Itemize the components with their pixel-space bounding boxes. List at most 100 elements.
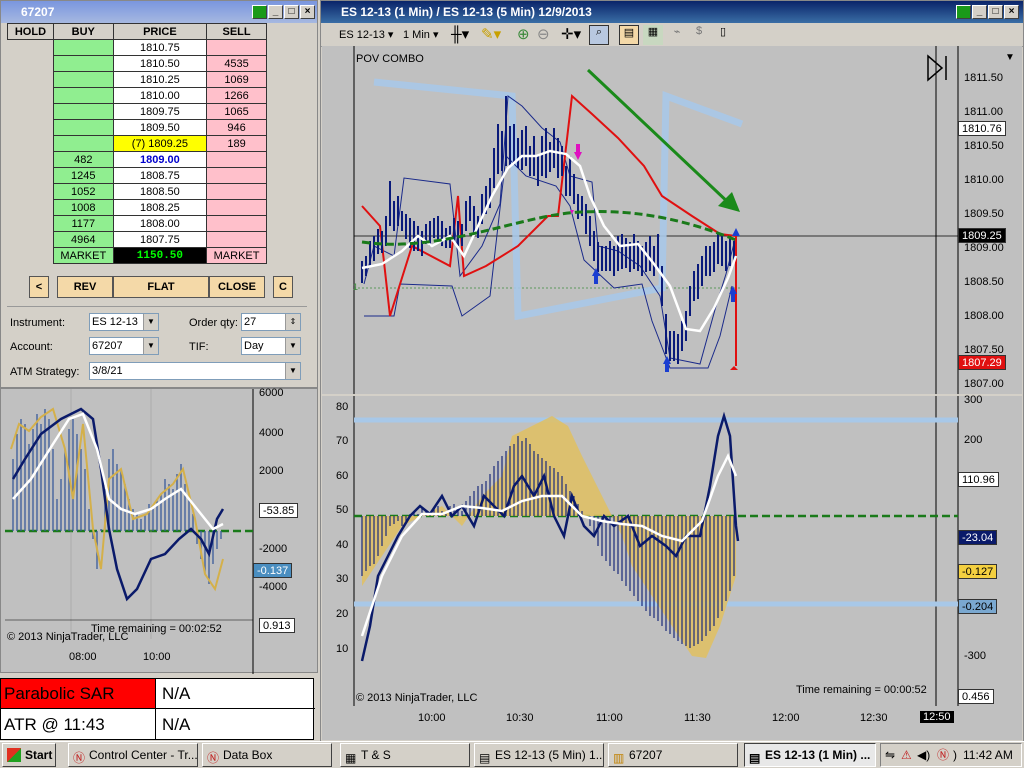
price-canvas — [353, 46, 959, 394]
osc-label: -300 — [964, 650, 987, 662]
oscillator-panel[interactable]: 80 70 60 50 40 30 20 10 300 200 -300 110… — [322, 394, 1022, 706]
buy-cell[interactable]: 482 — [52, 151, 114, 168]
buy-cell[interactable]: 1052 — [52, 183, 114, 200]
buy-cell[interactable] — [52, 135, 114, 152]
pencil-icon[interactable]: ✎▾ — [481, 25, 501, 43]
sell-cell[interactable]: 1069 — [206, 71, 267, 88]
chart-titlebar[interactable]: ES 12-13 (1 Min) / ES 12-13 (5 Min) 12/9… — [321, 1, 1023, 23]
buy-cell[interactable]: 4964 — [52, 231, 114, 248]
price-panel[interactable]: POV COMBO 1 ▼ 1811.50 1811.00 1810.50 18… — [322, 46, 1022, 394]
buy-cell[interactable] — [52, 55, 114, 72]
chevron-down-icon[interactable]: ▼ — [1000, 52, 1020, 70]
indicator-icon[interactable]: ▦ — [643, 25, 663, 45]
bar-type-icon[interactable]: ╫▾ — [451, 25, 469, 43]
price-cell: 1809.50 — [112, 119, 208, 136]
network-icon[interactable]: ⇋ — [885, 744, 895, 766]
taskbar-item[interactable]: ▤ ES 12-13 (5 Min) 1... — [474, 743, 604, 767]
chevron-down-icon: ▼ — [143, 338, 158, 354]
close-button[interactable]: CLOSE — [209, 276, 265, 298]
data-box-icon[interactable]: ▯ — [713, 25, 733, 45]
taskbar-item[interactable]: ▦ T & S — [340, 743, 470, 767]
instrument-select[interactable]: ES 12-13 ▼ — [89, 313, 159, 331]
sell-cell[interactable]: 189 — [206, 135, 267, 152]
maximize-icon[interactable]: □ — [284, 5, 299, 19]
left-button[interactable]: < — [29, 276, 49, 298]
dom-row: (7) 1809.25 189 — [7, 135, 267, 152]
osc-label: 50 — [336, 504, 349, 516]
buy-cell[interactable] — [52, 119, 114, 136]
atm-select[interactable]: 3/8/21 ▼ — [89, 362, 301, 380]
sell-cell[interactable] — [206, 215, 267, 232]
sell-cell[interactable] — [206, 151, 267, 168]
osc-tag: -0.127 — [958, 564, 998, 579]
ninjatrader-icon[interactable]: Ⓝ — [937, 744, 949, 766]
sell-cell[interactable] — [206, 199, 267, 216]
sell-cell[interactable]: 946 — [206, 119, 267, 136]
rev-button[interactable]: REV — [57, 276, 113, 298]
zoom-in-icon[interactable]: ⊕ — [517, 25, 530, 43]
tif-select[interactable]: Day ▼ — [241, 337, 301, 355]
interval-select[interactable]: 1 Min ▾ — [403, 28, 438, 41]
sell-cell[interactable] — [206, 39, 267, 56]
flat-button[interactable]: FLAT — [113, 276, 209, 298]
price-header: PRICE — [112, 23, 208, 40]
crosshair-icon[interactable]: ✛▾ — [561, 25, 581, 43]
maximize-icon[interactable]: □ — [988, 5, 1003, 19]
y-label: 4000 — [259, 427, 284, 439]
market-sell-button[interactable]: MARKET — [206, 247, 267, 264]
sell-cell[interactable] — [206, 167, 267, 184]
close-icon[interactable]: × — [1004, 5, 1019, 19]
minimize-icon[interactable]: _ — [972, 5, 987, 19]
alert-icon[interactable]: ⚠ — [901, 744, 912, 766]
properties-icon[interactable]: $ — [689, 25, 709, 45]
price-cell: (7) 1809.25 — [112, 135, 208, 152]
c-button[interactable]: C — [273, 276, 293, 298]
taskbar-item[interactable]: ▤ ES 12-13 (1 Min) ... — [744, 743, 876, 767]
close-icon[interactable]: × — [300, 5, 315, 19]
value-tag: -53.85 — [259, 503, 299, 518]
account-select[interactable]: 67207 ▼ — [89, 337, 159, 355]
info-table: Parabolic SAR N/A ATR @ 11:43 N/A — [0, 678, 315, 740]
pin-icon[interactable] — [956, 5, 971, 19]
strategy-icon[interactable]: ⌁ — [667, 25, 687, 45]
minimize-icon[interactable]: _ — [268, 5, 283, 19]
sell-cell[interactable]: 1266 — [206, 87, 267, 104]
dom-window: 67207 _ □ × HOLD BUY PRICE SELL 1810.75 1… — [0, 0, 318, 388]
price-tag: 1807.29 — [958, 355, 1006, 370]
x-label: 11:00 — [596, 712, 623, 724]
taskbar-item[interactable]: Ⓝ Data Box — [202, 743, 332, 767]
sell-cell[interactable] — [206, 231, 267, 248]
buy-cell[interactable] — [52, 71, 114, 88]
zoom-out-icon[interactable]: ⊖ — [537, 25, 550, 43]
speaker-icon[interactable]: ) — [953, 744, 957, 766]
market-buy-button[interactable]: MARKET — [52, 247, 114, 264]
taskbar-item[interactable]: Ⓝ Control Center - Tr... — [68, 743, 198, 767]
chart-icon: ▤ — [749, 751, 761, 765]
price-cell: 1808.00 — [112, 215, 208, 232]
tif-label: TIF: — [189, 341, 209, 353]
start-button[interactable]: Start — [2, 743, 56, 767]
sell-cell[interactable]: 1065 — [206, 103, 267, 120]
buy-cell[interactable] — [52, 103, 114, 120]
price-label: 1807.00 — [964, 378, 1004, 390]
buy-cell[interactable]: 1245 — [52, 167, 114, 184]
orderqty-stepper[interactable]: 27 ⇕ — [241, 313, 301, 331]
buy-cell[interactable]: 1008 — [52, 199, 114, 216]
sell-cell[interactable] — [206, 183, 267, 200]
dom-toggle-icon[interactable]: ▤ — [619, 25, 639, 45]
volume-icon[interactable]: ◀) — [917, 744, 930, 766]
dom-row: 482 1809.00 — [7, 151, 267, 168]
buy-cell[interactable] — [52, 39, 114, 56]
buy-header: BUY — [52, 23, 114, 40]
magnify-icon[interactable]: ⌕ — [589, 25, 609, 45]
dom-titlebar[interactable]: 67207 _ □ × — [1, 1, 317, 23]
pin-icon[interactable] — [252, 5, 267, 19]
sell-cell[interactable]: 4535 — [206, 55, 267, 72]
buy-cell[interactable]: 1177 — [52, 215, 114, 232]
instrument-select[interactable]: ES 12-13 ▾ — [339, 28, 393, 41]
price-cell: 1808.25 — [112, 199, 208, 216]
taskbar-item[interactable]: ▥ 67207 — [608, 743, 738, 767]
hold-button[interactable]: HOLD — [7, 23, 54, 40]
mini-chart[interactable]: 6000 4000 2000 -2000 -4000 -53.85 -0.137… — [0, 387, 318, 674]
buy-cell[interactable] — [52, 87, 114, 104]
